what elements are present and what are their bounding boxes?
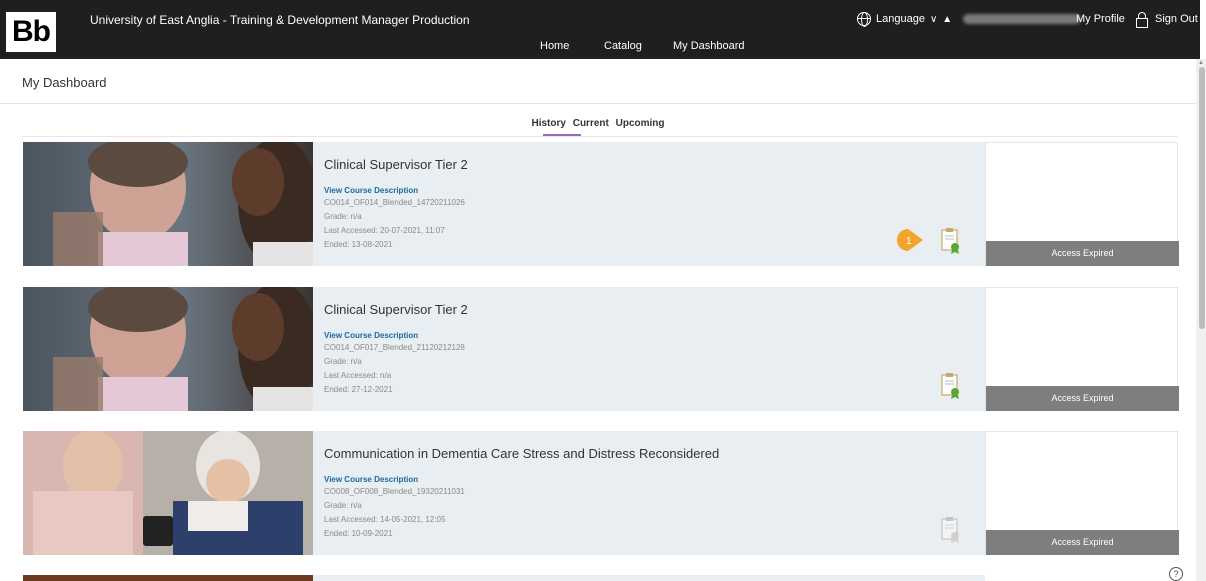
course-ended: Ended: 10-09-2021 xyxy=(324,529,393,538)
access-expired-status: Access Expired xyxy=(986,386,1179,411)
tab-upcoming[interactable]: Upcoming xyxy=(616,118,665,129)
sign-out-label: Sign Out xyxy=(1155,13,1198,25)
tab-history[interactable]: History xyxy=(531,118,565,129)
course-thumbnail[interactable] xyxy=(23,142,313,266)
course-last-accessed: Last Accessed: 20-07-2021, 11:07 xyxy=(324,226,445,235)
nav-my-dashboard[interactable]: My Dashboard xyxy=(673,40,745,52)
course-thumbnail[interactable] xyxy=(23,287,313,411)
access-expired-status: Access Expired xyxy=(986,241,1179,266)
nav-home[interactable]: Home xyxy=(540,40,569,52)
username-redacted xyxy=(963,14,1082,24)
course-info: Clinical Supervisor Tier 2 View Course D… xyxy=(313,287,985,411)
help-icon[interactable]: ? xyxy=(1169,567,1183,581)
view-course-description-link[interactable]: View Course Description xyxy=(324,331,418,340)
user-icon: ▲ xyxy=(942,13,953,25)
globe-icon xyxy=(857,12,871,27)
course-title[interactable]: Clinical Supervisor Tier 2 xyxy=(324,157,468,172)
course-code: CO014_OF014_Blended_14720211026 xyxy=(324,198,465,207)
language-selector[interactable]: Language ∨ ▲ xyxy=(857,12,1082,27)
scroll-up-arrow-icon[interactable]: ▲ xyxy=(1198,60,1204,66)
tab-current[interactable]: Current xyxy=(573,118,609,129)
my-profile-link[interactable]: My Profile xyxy=(1076,13,1125,25)
callout-badge-number: 1 xyxy=(906,236,912,247)
site-title: University of East Anglia - Training & D… xyxy=(90,13,470,27)
course-card: Communication in Dementia Care Stress an… xyxy=(23,431,1179,557)
sign-out-link[interactable]: Sign Out xyxy=(1135,12,1198,28)
main-nav: Home Catalog My Dashboard xyxy=(0,40,1200,59)
course-grade: Grade: n/a xyxy=(324,501,362,510)
certificate-icon[interactable] xyxy=(941,228,961,254)
course-code: CO008_OF008_Blended_19320211031 xyxy=(324,487,465,496)
course-code: CO014_OF017_Blended_21120212128 xyxy=(324,343,465,352)
scrollbar-thumb[interactable] xyxy=(1199,67,1205,329)
nav-catalog[interactable]: Catalog xyxy=(604,40,642,52)
divider xyxy=(0,103,1196,104)
divider xyxy=(22,136,1178,137)
course-grade: Grade: n/a xyxy=(324,357,362,366)
view-course-description-link[interactable]: View Course Description xyxy=(324,186,418,195)
top-header: Bb University of East Anglia - Training … xyxy=(0,0,1200,59)
course-card: Clinical Supervisor Tier 2 View Course D… xyxy=(23,142,1179,268)
course-grade: Grade: n/a xyxy=(324,212,362,221)
course-title[interactable]: Communication in Dementia Care Stress an… xyxy=(324,446,719,461)
course-thumbnail[interactable] xyxy=(23,575,313,581)
course-ended: Ended: 13-08-2021 xyxy=(324,240,393,249)
page-title: My Dashboard xyxy=(22,75,107,90)
certificate-disabled-icon xyxy=(941,517,961,543)
access-expired-status: Access Expired xyxy=(986,530,1179,555)
chevron-down-icon: ∨ xyxy=(929,13,938,25)
dashboard-tabs: History Current Upcoming xyxy=(0,118,1196,129)
view-course-description-link[interactable]: View Course Description xyxy=(324,475,418,484)
lock-icon xyxy=(1135,12,1149,28)
course-info xyxy=(313,575,985,581)
callout-badge: 1 xyxy=(896,228,924,252)
course-thumbnail[interactable] xyxy=(23,431,313,555)
course-ended: Ended: 27-12-2021 xyxy=(324,385,393,394)
course-info: Communication in Dementia Care Stress an… xyxy=(313,431,985,555)
language-label: Language xyxy=(876,13,925,25)
course-info: Clinical Supervisor Tier 2 View Course D… xyxy=(313,142,985,266)
course-card-partial xyxy=(23,575,1178,581)
course-card: Clinical Supervisor Tier 2 View Course D… xyxy=(23,287,1179,413)
certificate-icon[interactable] xyxy=(941,373,961,399)
course-title[interactable]: Clinical Supervisor Tier 2 xyxy=(324,302,468,317)
course-last-accessed: Last Accessed: 14-05-2021, 12:05 xyxy=(324,515,446,524)
course-last-accessed: Last Accessed: n/a xyxy=(324,371,392,380)
